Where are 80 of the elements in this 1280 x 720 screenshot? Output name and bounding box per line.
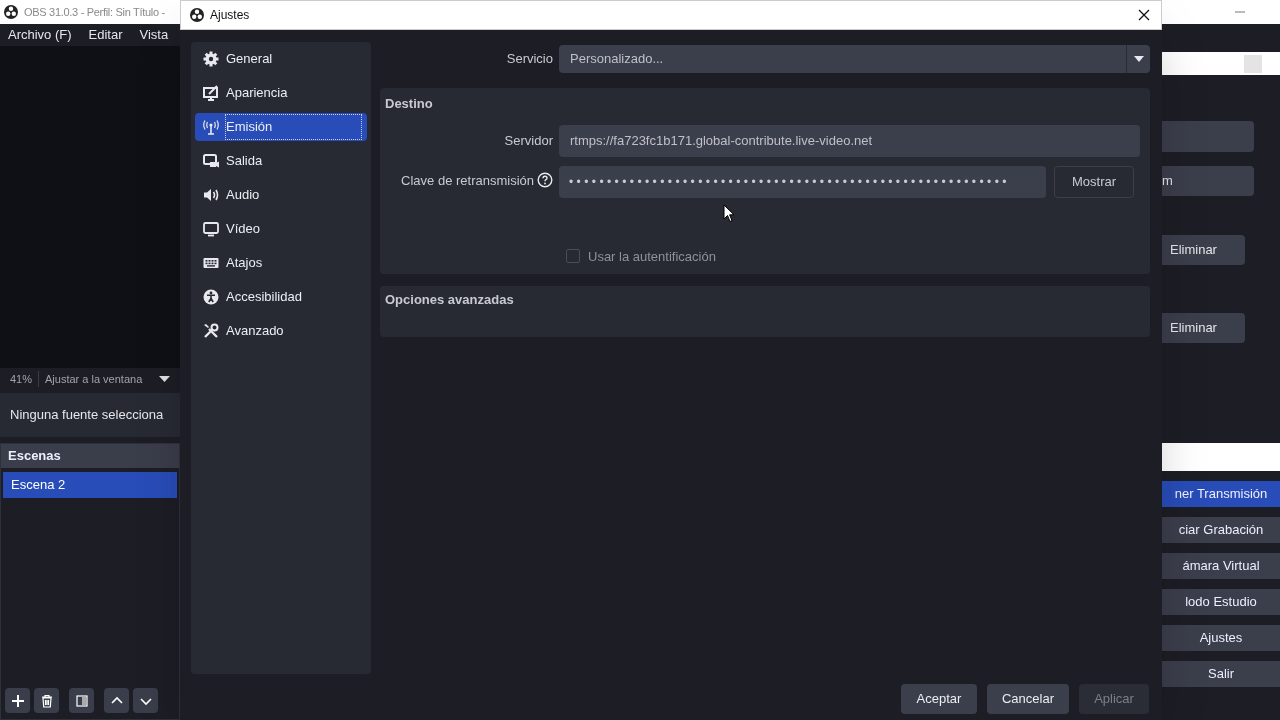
monitor-icon <box>203 85 219 101</box>
help-icon <box>537 172 553 189</box>
input-field[interactable] <box>1162 121 1254 152</box>
sidebar-item[interactable]: Apariencia <box>195 79 367 107</box>
control-button[interactable]: ciar Grabación <box>1162 517 1280 543</box>
sidebar-item[interactable]: General <box>195 45 367 73</box>
control-button[interactable]: Ajustes <box>1162 625 1280 651</box>
menu-item[interactable]: Archivo (F) <box>8 25 72 45</box>
close-icon <box>1138 9 1150 21</box>
camera-screen-icon <box>203 153 219 169</box>
dropdown-value: Personalizado... <box>570 50 665 69</box>
sidebar-label: Salida <box>225 152 264 171</box>
sidebar-item[interactable]: Avanzado <box>195 317 367 345</box>
control-button[interactable]: ner Transmisión <box>1162 481 1280 507</box>
sidebar-item[interactable]: Audio <box>195 181 367 209</box>
dialog-button[interactable]: Cancelar <box>987 684 1069 714</box>
show-button[interactable]: Mostrar <box>1054 165 1134 198</box>
remove-button[interactable]: Eliminar <box>1162 313 1245 343</box>
delete-icon <box>39 693 54 708</box>
app-logo-icon <box>4 5 18 19</box>
sidebar-label: Audio <box>225 186 261 205</box>
menu-item[interactable]: Editar <box>88 25 123 45</box>
add-button[interactable] <box>5 688 30 713</box>
mouse-cursor-icon <box>723 204 735 223</box>
scene-item[interactable]: Escena 2 <box>3 472 177 498</box>
dropdown-arrow-icon <box>159 375 170 383</box>
control-button[interactable]: ámara Virtual <box>1162 553 1280 579</box>
field-label: Servicio <box>505 50 554 69</box>
sidebar-item[interactable]: Salida <box>195 147 367 175</box>
tools-icon <box>203 323 219 339</box>
control-button[interactable]: Salir <box>1162 661 1280 687</box>
sidebar-label: Accesibilidad <box>225 288 303 307</box>
accessibility-icon <box>203 289 219 305</box>
field-button[interactable] <box>1244 54 1262 73</box>
add-icon <box>10 693 25 708</box>
dropdown-arrow-icon <box>1133 56 1144 62</box>
checkbox-label: Usar la autentificación <box>588 247 716 266</box>
sidebar-item[interactable]: Atajos <box>195 249 367 277</box>
sidebar-label: General <box>225 50 274 69</box>
group-title: Destino <box>385 95 433 113</box>
zoom-mode[interactable]: Ajustar a la ventana <box>38 370 143 388</box>
sidebar-label: Avanzado <box>225 322 285 341</box>
field-value: rtmps://fa723fc1b171.global-contribute.live-video.net <box>570 131 873 150</box>
group-title: Opciones avanzadas <box>385 291 514 309</box>
service-dropdown[interactable]: Personalizado... <box>559 45 1150 73</box>
filter-icon <box>74 693 89 708</box>
move-down-button[interactable] <box>133 688 158 713</box>
sidebar-label: Emisión <box>225 114 362 140</box>
sidebar-label: Apariencia <box>225 84 289 103</box>
input-field[interactable]: m <box>1162 166 1254 196</box>
sidebar-label: Vídeo <box>225 220 261 239</box>
field-label: Servidor <box>503 131 554 150</box>
server-field[interactable]: rtmps://fa723fc1b171.global-contribute.live-video.net <box>559 124 1140 157</box>
panel-title: Escenas <box>8 447 61 466</box>
zoom-percent: 41% <box>10 371 33 387</box>
dialog-button[interactable]: Aceptar <box>901 684 977 714</box>
keyboard-icon <box>203 255 219 271</box>
sidebar-item[interactable]: Vídeo <box>195 215 367 243</box>
filter-button[interactable] <box>69 688 94 713</box>
window-title: OBS 31.0.3 - Perfil: Sin Título - <box>24 4 165 20</box>
text-field[interactable] <box>1162 443 1280 471</box>
sidebar-item[interactable]: Accesibilidad <box>195 283 367 311</box>
sidebar-item[interactable]: Emisión <box>195 113 367 141</box>
move-up-button[interactable] <box>104 688 129 713</box>
field-label: Clave de retransmisión <box>401 171 534 190</box>
antenna-icon <box>203 119 219 135</box>
menu-item[interactable]: Vista <box>139 25 169 45</box>
masked-value: •••••••••••••••••••••••••••••••••••••••••••••••••••••••••• <box>569 173 1010 191</box>
text-field[interactable] <box>1162 52 1280 75</box>
sidebar-label: Atajos <box>225 254 264 273</box>
remove-button[interactable]: Eliminar <box>1162 235 1245 265</box>
app-logo-icon <box>190 8 204 22</box>
dialog-title: Ajustes <box>210 7 250 24</box>
speaker-icon <box>203 187 219 203</box>
stream-key-field[interactable]: •••••••••••••••••••••••••••••••••••••••••••••••••••••••••• <box>559 165 1046 198</box>
control-button[interactable]: lodo Estudio <box>1162 589 1280 615</box>
delete-button[interactable] <box>34 688 59 713</box>
gear-icon <box>203 51 219 67</box>
source-properties-text: Ninguna fuente selecciona <box>10 406 164 425</box>
monitor-icon <box>203 221 219 237</box>
